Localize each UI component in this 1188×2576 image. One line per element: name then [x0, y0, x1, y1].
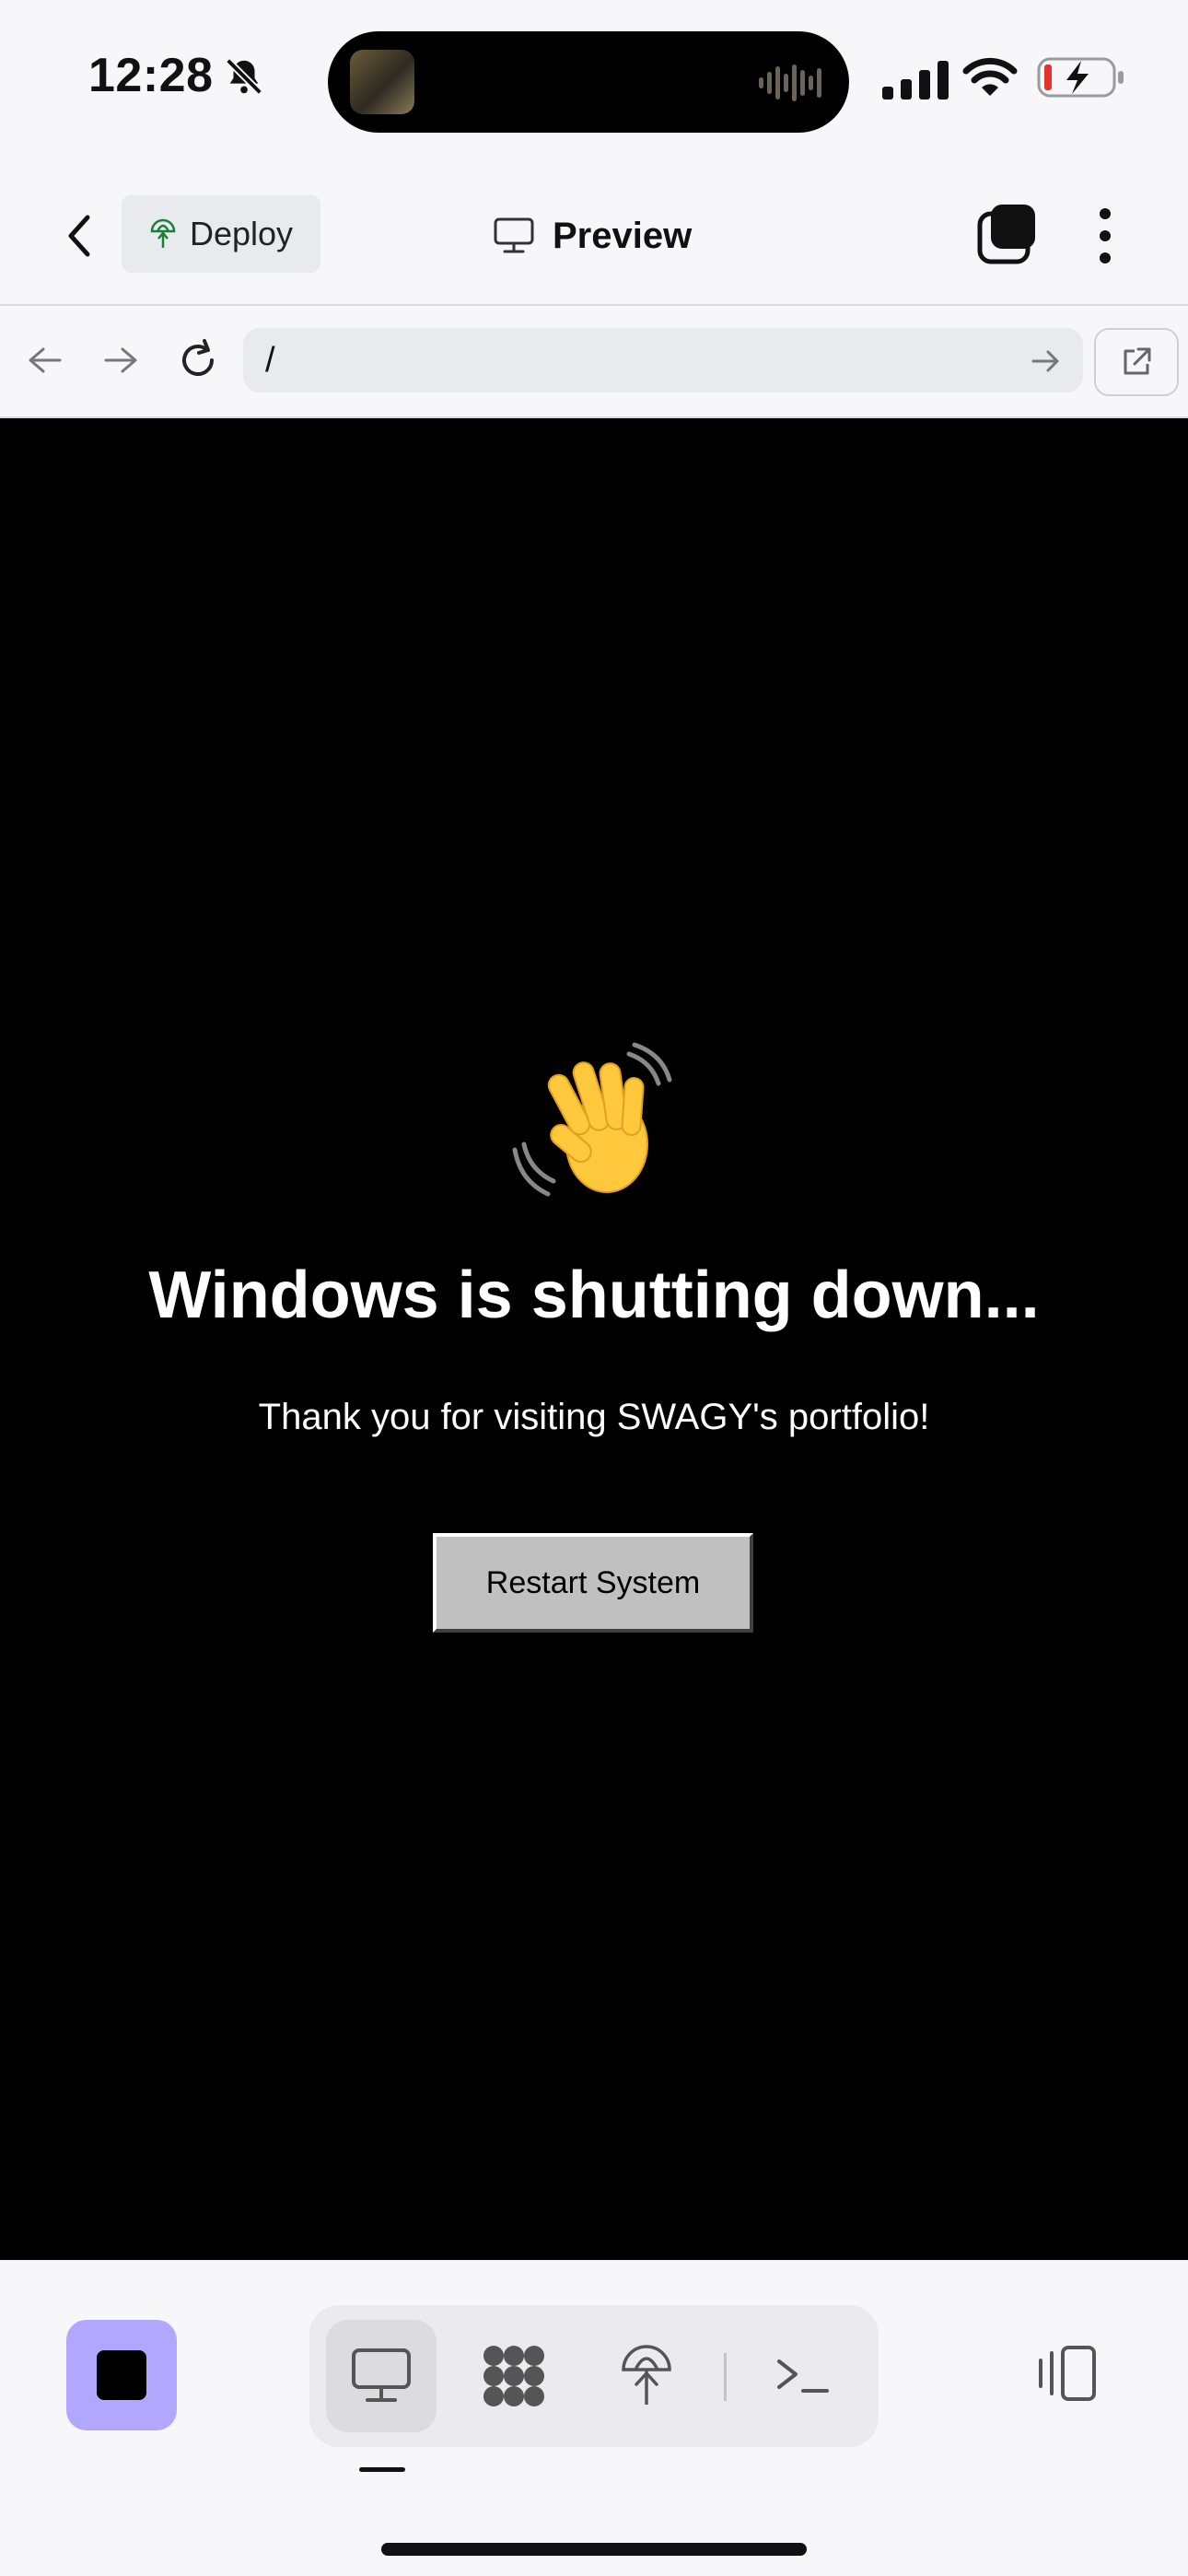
status-bar: 12:28 [0, 0, 1188, 166]
preview-title: Preview [494, 206, 692, 265]
chevron-left-icon [68, 215, 90, 257]
tab-preview[interactable] [326, 2320, 437, 2432]
deploy-label: Deploy [189, 215, 294, 252]
waving-hand-emoji [512, 1042, 672, 1197]
reload-button[interactable] [171, 334, 225, 387]
stop-button[interactable] [66, 2320, 177, 2430]
back-button[interactable] [53, 210, 105, 262]
bottom-toolbar [0, 2261, 1188, 2576]
tab-deploy[interactable] [591, 2320, 702, 2432]
more-options-button[interactable] [1087, 205, 1124, 267]
wifi-icon [962, 57, 1018, 96]
bell-muted-icon [226, 58, 262, 95]
battery-charging-icon [1037, 57, 1124, 98]
restart-system-button[interactable]: Restart System [433, 1533, 753, 1633]
deploy-icon [622, 2345, 671, 2405]
tabs-button[interactable] [976, 203, 1039, 265]
active-tab-indicator [359, 2467, 405, 2472]
deploy-button[interactable]: Deploy [122, 195, 320, 273]
now-playing-artwork [350, 50, 414, 114]
nav-forward-button[interactable] [94, 334, 147, 387]
shutdown-heading: Windows is shutting down... [148, 1259, 1040, 1332]
arrow-left-icon [29, 347, 62, 373]
go-arrow-icon[interactable] [1030, 345, 1063, 378]
preview-viewport [0, 418, 1188, 2260]
preview-title-text: Preview [553, 215, 693, 256]
panel-layout-button[interactable] [1031, 2344, 1100, 2403]
segment-divider [724, 2353, 727, 2401]
deploy-icon [150, 218, 176, 248]
tab-terminal[interactable] [748, 2320, 858, 2432]
stop-icon [97, 2350, 146, 2400]
external-link-icon [1124, 347, 1151, 375]
thank-you-message: Thank you for visiting SWAGY's portfolio… [258, 1397, 930, 1437]
terminal-icon [777, 2359, 829, 2393]
status-time: 12:28 [88, 49, 214, 102]
url-path: / [265, 341, 275, 380]
url-input[interactable]: / [243, 328, 1083, 392]
monitor-icon [352, 2348, 411, 2402]
open-external-button[interactable] [1094, 328, 1179, 396]
arrow-right-icon [104, 347, 137, 373]
reload-icon [182, 339, 214, 376]
url-bar: / [0, 306, 1188, 418]
audio-waveform-icon [759, 64, 821, 101]
home-indicator[interactable] [381, 2543, 807, 2556]
top-toolbar: Deploy Preview [0, 166, 1188, 306]
nav-back-button[interactable] [18, 334, 72, 387]
dynamic-island[interactable] [328, 31, 849, 133]
monitor-icon [494, 217, 534, 253]
apps-grid-icon [483, 2346, 544, 2406]
cellular-signal-icon [882, 61, 949, 100]
view-switcher [309, 2305, 879, 2447]
tab-apps[interactable] [459, 2320, 569, 2432]
